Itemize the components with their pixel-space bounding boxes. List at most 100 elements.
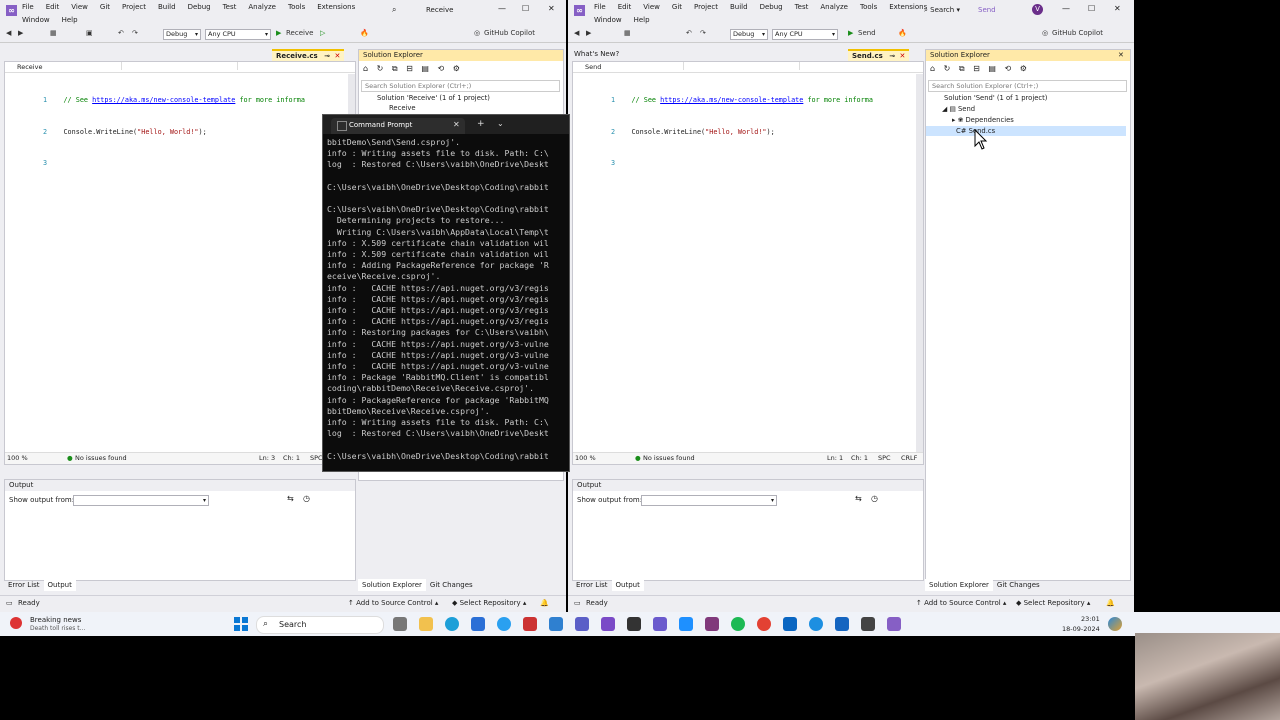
maximize-icon[interactable]: ☐ bbox=[522, 4, 529, 13]
code-editor[interactable]: Send 1 // See https://aka.ms/new-console… bbox=[572, 61, 924, 465]
menu-project[interactable]: Project bbox=[694, 3, 718, 11]
notification-icon[interactable]: 🔔 bbox=[1106, 596, 1115, 610]
store-icon[interactable] bbox=[471, 617, 485, 631]
avatar[interactable]: V bbox=[1032, 4, 1043, 15]
app-icon[interactable] bbox=[523, 617, 537, 631]
menu-project[interactable]: Project bbox=[122, 3, 146, 11]
start-icon[interactable] bbox=[234, 617, 248, 631]
tab-error-list[interactable]: Error List bbox=[572, 579, 612, 591]
terminal-icon[interactable] bbox=[861, 617, 875, 631]
app-icon[interactable] bbox=[653, 617, 667, 631]
editor-scrollbar[interactable] bbox=[916, 74, 923, 452]
configuration-dropdown[interactable]: Debug bbox=[163, 29, 201, 40]
spotify-icon[interactable] bbox=[731, 617, 745, 631]
menu-file[interactable]: File bbox=[22, 3, 34, 11]
forward-icon[interactable]: ▶ bbox=[586, 29, 591, 39]
search-icon[interactable]: ⌕ bbox=[392, 5, 396, 15]
run-without-debug-icon[interactable]: ▷ bbox=[320, 29, 325, 39]
save-icon[interactable]: ▦ bbox=[50, 29, 57, 39]
back-icon[interactable]: ◀ bbox=[574, 29, 579, 39]
menu-tools[interactable]: Tools bbox=[288, 3, 305, 11]
menu-build[interactable]: Build bbox=[158, 3, 176, 11]
member-nav-dropdown[interactable] bbox=[799, 62, 910, 70]
clock-date[interactable]: 18-09-2024 bbox=[1062, 625, 1100, 633]
platform-dropdown[interactable]: Any CPU bbox=[205, 29, 271, 40]
project-nav-dropdown[interactable]: Send bbox=[585, 62, 601, 72]
chrome-icon[interactable] bbox=[757, 617, 771, 631]
tab-output[interactable]: Output bbox=[611, 579, 644, 591]
undo-icon[interactable]: ↶ bbox=[686, 29, 692, 39]
close-icon[interactable]: ✕ bbox=[548, 4, 555, 13]
menu-extensions[interactable]: Extensions bbox=[317, 3, 355, 11]
app-icon[interactable] bbox=[835, 617, 849, 631]
file-explorer-icon[interactable] bbox=[419, 617, 433, 631]
menu-file[interactable]: File bbox=[594, 3, 606, 11]
select-repository-button[interactable]: ◆ Select Repository ▴ bbox=[452, 596, 526, 610]
chrome-icon[interactable] bbox=[497, 617, 511, 631]
copilot-button[interactable]: GitHub Copilot bbox=[1052, 29, 1103, 39]
hot-reload-icon[interactable]: 🔥 bbox=[898, 29, 907, 39]
minimize-icon[interactable]: — bbox=[498, 4, 506, 13]
visual-studio-icon[interactable] bbox=[887, 617, 901, 631]
menu-help[interactable]: Help bbox=[62, 16, 78, 24]
taskbar-search[interactable]: ⌕ Search bbox=[256, 616, 384, 634]
wrap-icon[interactable]: ⇆ bbox=[855, 494, 862, 503]
undo-icon[interactable]: ↶ bbox=[118, 29, 124, 39]
tab-git-changes[interactable]: Git Changes bbox=[426, 579, 477, 591]
run-icon[interactable]: ▶ bbox=[848, 29, 853, 39]
teams-icon[interactable] bbox=[575, 617, 589, 631]
zoom-level[interactable]: 100 % bbox=[575, 453, 596, 464]
tree-project[interactable]: Receive bbox=[389, 103, 416, 113]
menu-edit[interactable]: Edit bbox=[46, 3, 60, 11]
tab-output[interactable]: Output bbox=[43, 579, 76, 591]
tree-solution[interactable]: Solution 'Send' (1 of 1 project) bbox=[944, 93, 1047, 103]
menu-analyze[interactable]: Analyze bbox=[248, 3, 276, 11]
tree-dependencies[interactable]: ▸ ❀ Dependencies bbox=[952, 115, 1014, 125]
menu-edit[interactable]: Edit bbox=[618, 3, 632, 11]
issues-status[interactable]: No issues found bbox=[643, 453, 695, 464]
save-icon[interactable]: ▦ bbox=[624, 29, 631, 39]
clock-time[interactable]: 23:01 bbox=[1081, 615, 1100, 623]
run-icon[interactable]: ▶ bbox=[276, 29, 281, 39]
terminal-tab[interactable]: Command Prompt ✕ bbox=[331, 118, 465, 134]
command-prompt-window[interactable]: Command Prompt ✕ + ⌄ bbitDemo\Send\Send.… bbox=[322, 114, 570, 472]
tree-solution[interactable]: Solution 'Receive' (1 of 1 project) bbox=[377, 93, 490, 103]
redo-icon[interactable]: ↷ bbox=[700, 29, 706, 39]
menu-git[interactable]: Git bbox=[100, 3, 110, 11]
app-icon[interactable] bbox=[783, 617, 797, 631]
member-nav-dropdown[interactable] bbox=[237, 62, 348, 70]
menu-view[interactable]: View bbox=[643, 3, 660, 11]
forward-icon[interactable]: ▶ bbox=[18, 29, 23, 39]
run-target-button[interactable]: Send bbox=[858, 29, 876, 39]
close-tab-icon[interactable]: ✕ bbox=[453, 120, 460, 129]
edge-icon[interactable] bbox=[445, 617, 459, 631]
notion-icon[interactable] bbox=[627, 617, 641, 631]
tab-solution-explorer[interactable]: Solution Explorer bbox=[925, 579, 993, 591]
tree-file-send-cs[interactable]: C# Send.cs bbox=[926, 126, 1126, 136]
app-icon[interactable] bbox=[809, 617, 823, 631]
copilot-button[interactable]: GitHub Copilot bbox=[484, 29, 535, 39]
minimize-icon[interactable]: — bbox=[1062, 4, 1070, 13]
menu-window[interactable]: Window bbox=[594, 16, 622, 24]
menu-debug[interactable]: Debug bbox=[188, 3, 211, 11]
close-tab-icon[interactable]: ✕ bbox=[334, 52, 340, 60]
close-panel-icon[interactable]: ✕ bbox=[1118, 51, 1124, 59]
solution-explorer-search[interactable]: Search Solution Explorer (Ctrl+;) bbox=[361, 80, 560, 92]
app-icon[interactable] bbox=[679, 617, 693, 631]
solution-explorer-search[interactable]: Search Solution Explorer (Ctrl+;) bbox=[928, 80, 1127, 92]
tab-solution-explorer[interactable]: Solution Explorer bbox=[358, 579, 426, 591]
pin-icon[interactable]: ⊸ bbox=[889, 52, 895, 60]
menu-debug[interactable]: Debug bbox=[760, 3, 783, 11]
tab-whats-new[interactable]: What's New? bbox=[574, 49, 619, 59]
pin-icon[interactable]: ⊸ bbox=[324, 52, 330, 60]
tab-error-list[interactable]: Error List bbox=[4, 579, 44, 591]
hot-reload-icon[interactable]: 🔥 bbox=[360, 29, 369, 39]
source-control-button[interactable]: ↑ Add to Source Control ▴ bbox=[916, 596, 1006, 610]
platform-dropdown[interactable]: Any CPU bbox=[772, 29, 838, 40]
redo-icon[interactable]: ↷ bbox=[132, 29, 138, 39]
source-control-button[interactable]: ↑ Add to Source Control ▴ bbox=[348, 596, 438, 610]
menu-view[interactable]: View bbox=[71, 3, 88, 11]
template-link[interactable]: https://aka.ms/new-console-template bbox=[92, 96, 235, 104]
run-target-button[interactable]: Receive bbox=[286, 29, 313, 39]
type-nav-dropdown[interactable] bbox=[683, 62, 794, 70]
